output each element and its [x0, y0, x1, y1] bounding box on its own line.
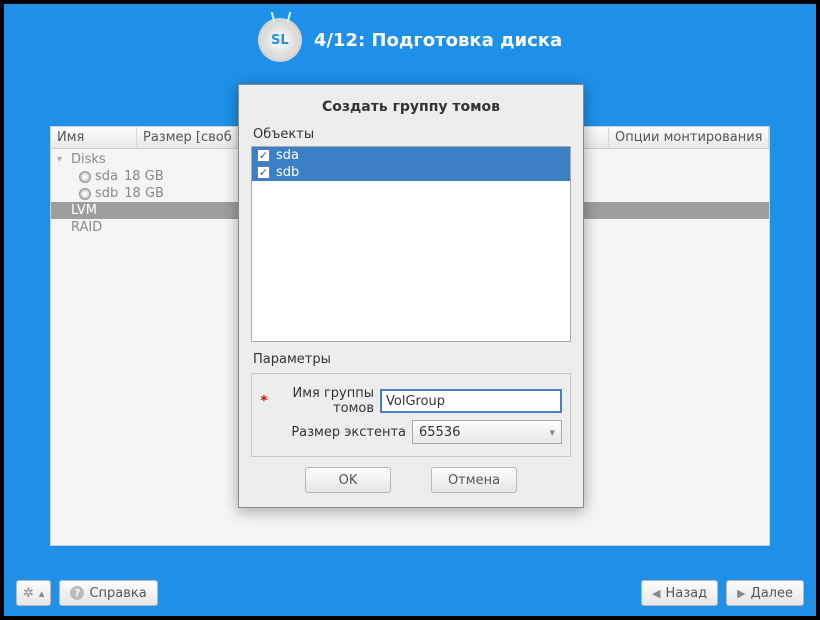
extent-size-label: Размер экстента	[276, 425, 406, 440]
installer-window: SL 4/12: Подготовка диска Имя Размер [св…	[4, 4, 816, 616]
disk-size: 18 GB	[124, 186, 164, 201]
checkbox-checked-icon[interactable]: ✓	[257, 149, 270, 162]
button-label: Назад	[665, 586, 707, 601]
list-item[interactable]: ✓ sdb	[252, 164, 570, 181]
chevron-right-icon: ▶	[737, 587, 745, 600]
ok-button[interactable]: OK	[305, 467, 391, 493]
list-item-label: sda	[276, 148, 299, 163]
menu-button[interactable]: ✲ ▴	[16, 580, 51, 606]
button-label: Справка	[89, 586, 146, 601]
disk-icon	[79, 171, 91, 183]
chevron-down-icon[interactable]: ▾	[57, 154, 67, 165]
chevron-left-icon: ◀	[652, 587, 660, 600]
select-value: 65536	[419, 425, 460, 440]
physical-volumes-listbox[interactable]: ✓ sda ✓ sdb	[251, 146, 571, 342]
button-label: Отмена	[448, 473, 500, 488]
chevron-up-icon: ▴	[39, 587, 45, 600]
distro-logo: SL	[258, 18, 302, 62]
list-item[interactable]: ✓ sda	[252, 147, 570, 164]
disk-size: 18 GB	[124, 169, 164, 184]
objects-section-label: Объекты	[253, 127, 571, 142]
wizard-footer: ✲ ▴ ? Справка ◀ Назад ▶ Далее	[16, 580, 804, 606]
tree-label: LVM	[71, 203, 97, 218]
vg-name-label: Имя группы томов	[274, 386, 374, 416]
wizard-header: SL 4/12: Подготовка диска	[4, 4, 816, 76]
chevron-down-icon: ▾	[549, 426, 555, 439]
disk-icon	[79, 188, 91, 200]
checkbox-checked-icon[interactable]: ✓	[257, 166, 270, 179]
col-mount-header[interactable]: Опции монтирования	[609, 127, 769, 148]
disk-name: sda	[95, 169, 118, 184]
required-asterisk-icon: *	[260, 394, 268, 409]
extent-size-select[interactable]: 65536 ▾	[412, 420, 562, 444]
disk-name: sdb	[95, 186, 118, 201]
params-box: * Имя группы томов Размер экстента 65536…	[251, 373, 571, 457]
gear-icon: ✲	[23, 586, 34, 601]
next-button[interactable]: ▶ Далее	[726, 580, 804, 606]
help-icon: ?	[70, 586, 84, 600]
button-label: Далее	[751, 586, 793, 601]
dialog-title: Создать группу томов	[251, 95, 571, 125]
extent-size-row: Размер экстента 65536 ▾	[260, 420, 562, 444]
wizard-step-title: 4/12: Подготовка диска	[314, 30, 562, 51]
list-item-label: sdb	[276, 165, 299, 180]
back-button[interactable]: ◀ Назад	[641, 580, 718, 606]
logo-text: SL	[271, 33, 289, 48]
help-button[interactable]: ? Справка	[59, 580, 157, 606]
create-volume-group-dialog: Создать группу томов Объекты ✓ sda ✓ sdb…	[238, 84, 584, 508]
tree-label: Disks	[71, 152, 106, 167]
col-name-header[interactable]: Имя	[51, 127, 137, 148]
col-size-header[interactable]: Размер [своб	[137, 127, 237, 148]
params-section-label: Параметры	[253, 352, 571, 367]
button-label: OK	[339, 473, 358, 488]
cancel-button[interactable]: Отмена	[431, 467, 517, 493]
vg-name-input[interactable]	[380, 389, 562, 413]
dialog-button-row: OK Отмена	[251, 467, 571, 493]
vg-name-row: * Имя группы томов	[260, 386, 562, 416]
tree-label: RAID	[71, 220, 102, 235]
